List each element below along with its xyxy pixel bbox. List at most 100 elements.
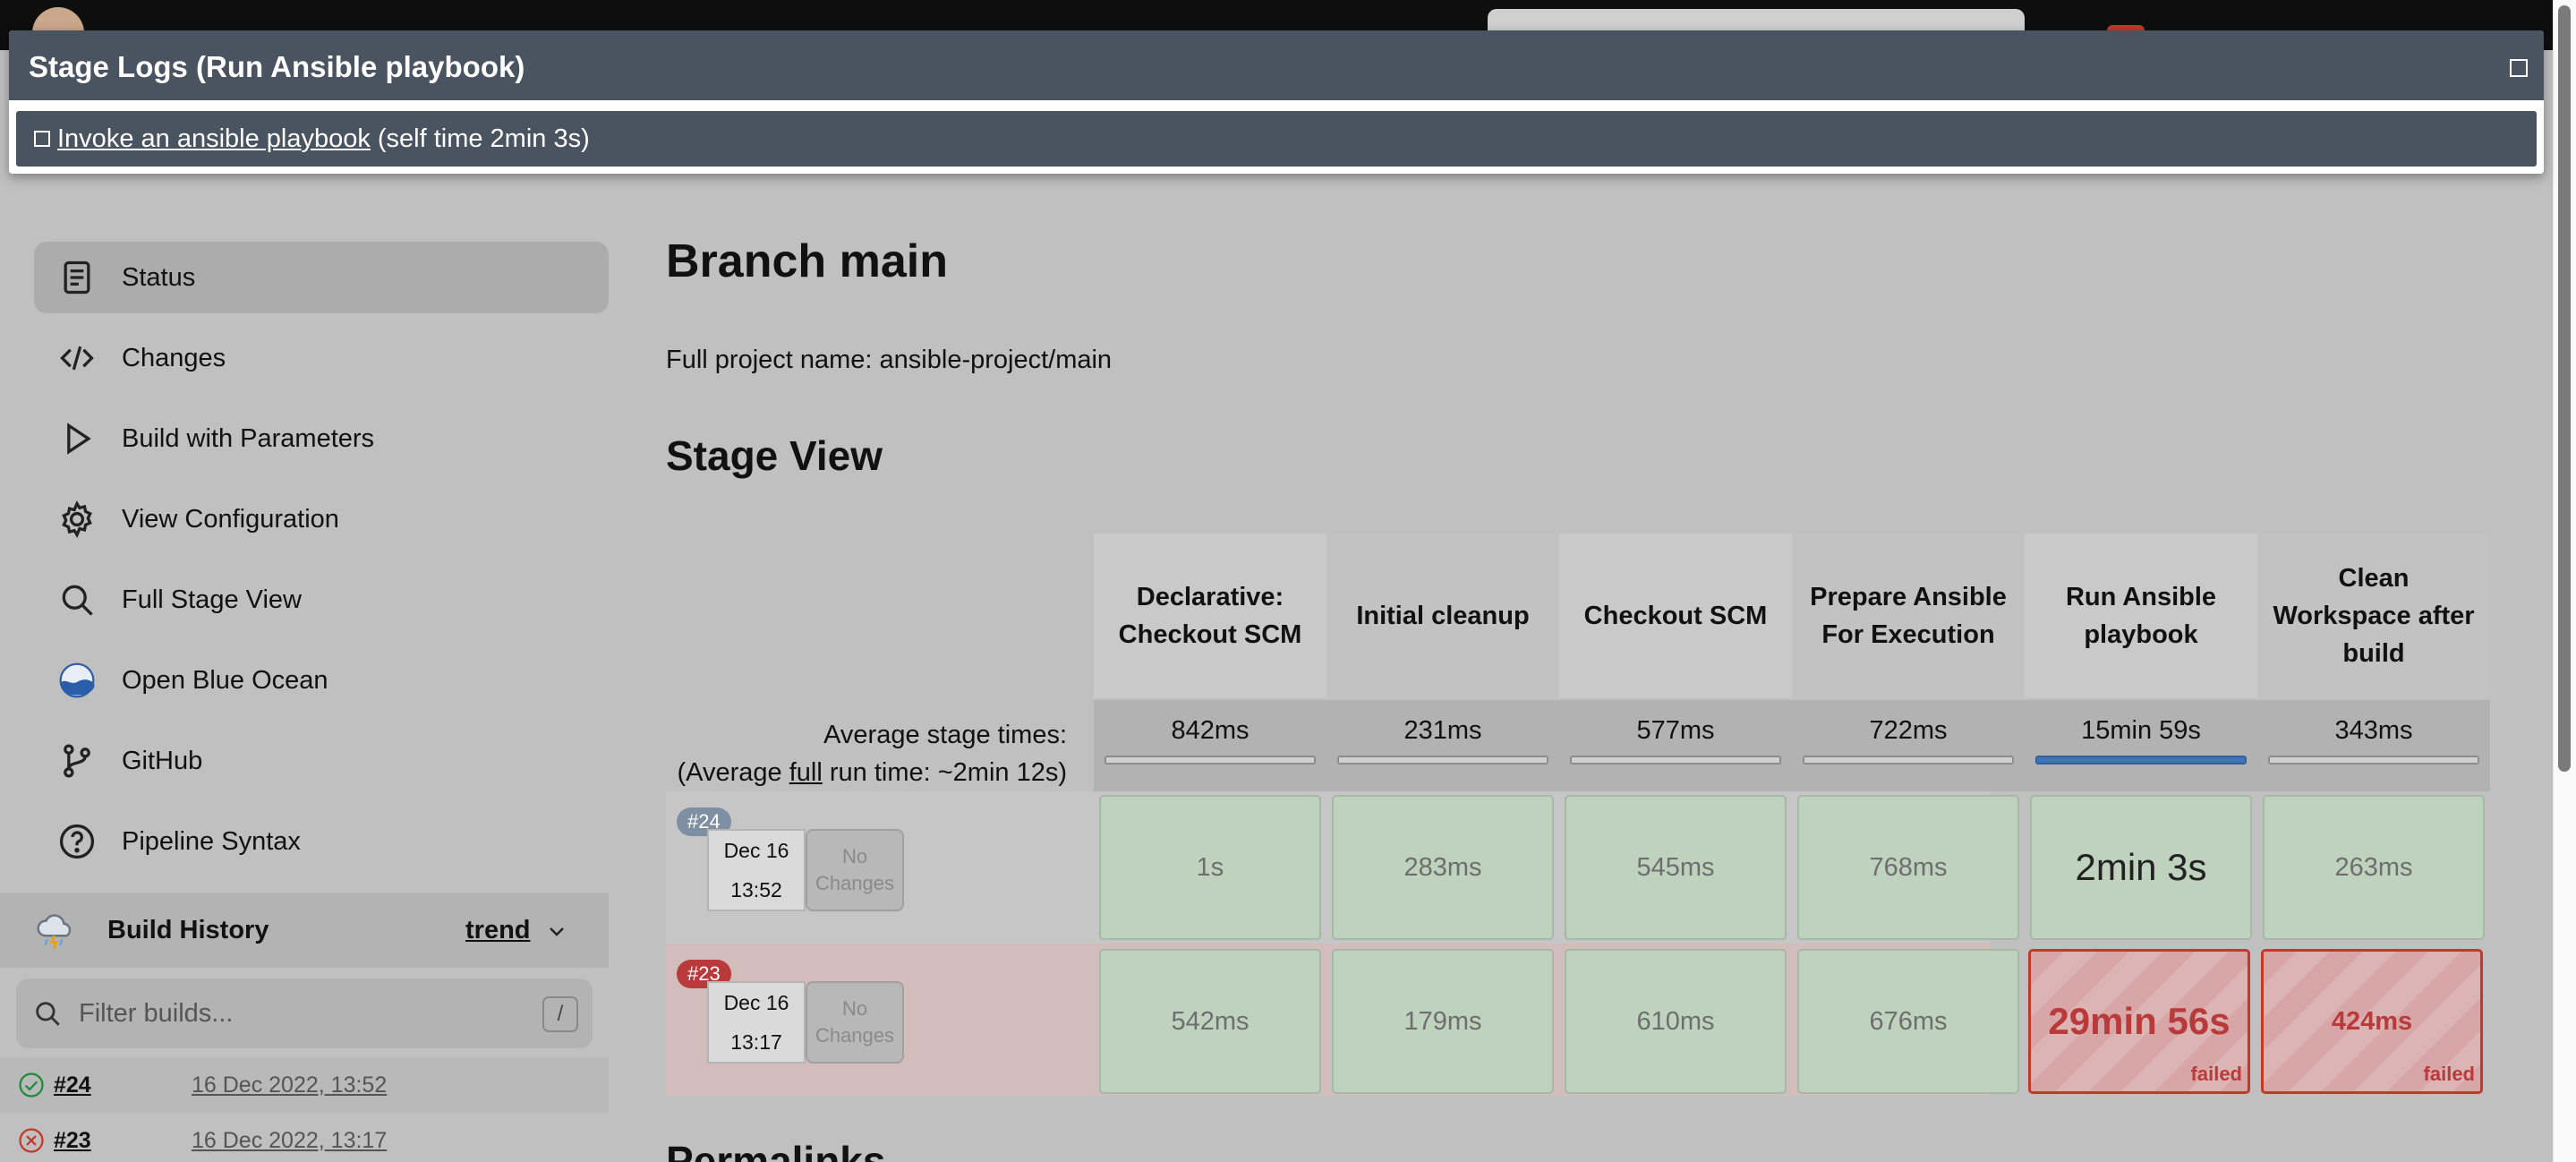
stage-cell-value: 424ms	[2331, 1006, 2413, 1036]
sidebar-item-open-blue-ocean[interactable]: Open Blue Ocean	[34, 645, 609, 716]
scrollbar[interactable]	[2553, 0, 2576, 1162]
avg-time-bar	[1105, 756, 1316, 765]
avg-value: 842ms	[1171, 716, 1250, 745]
stage-cell[interactable]: 676ms	[1797, 949, 2019, 1094]
avg-value: 343ms	[2334, 716, 2413, 745]
stage-header: Run Ansible playbook	[2025, 534, 2257, 698]
stage-cell[interactable]: 545ms	[1565, 795, 1787, 940]
sidebar-item-view-configuration[interactable]: View Configuration	[34, 483, 609, 555]
play-icon	[55, 417, 98, 460]
avg-value: 15min 59s	[2081, 716, 2201, 745]
stage-cell[interactable]: 542ms	[1099, 949, 1321, 1094]
sidebar-item-status[interactable]: Status	[34, 242, 609, 313]
sidebar-item-label: Full Stage View	[122, 585, 302, 614]
sidebar-item-label: Build with Parameters	[122, 423, 375, 453]
keyboard-shortcut-hint: /	[542, 996, 578, 1032]
document-icon	[55, 256, 98, 299]
avg-value: 722ms	[1869, 716, 1948, 745]
avg-stage-time: 15min 59s	[2025, 700, 2257, 791]
sidebar-item-label: View Configuration	[122, 504, 339, 534]
success-check-icon	[19, 1072, 44, 1098]
full-project-name: Full project name: ansible-project/main	[666, 346, 1113, 374]
run-date-card: Dec 16 13:52	[707, 829, 806, 911]
stage-cell[interactable]: 610ms	[1565, 949, 1787, 1094]
avg-full-run-time: (Average full run time: ~2min 12s)	[666, 754, 1068, 791]
stage-header: Initial cleanup	[1326, 534, 1559, 698]
no-changes-box: No Changes	[806, 829, 904, 911]
build-history-title: Build History	[107, 915, 269, 944]
avg-value: 577ms	[1636, 716, 1715, 745]
log-self-time: (self time 2min 3s)	[377, 124, 590, 153]
run-time: 13:17	[730, 1030, 782, 1054]
gear-icon	[55, 498, 98, 541]
stage-header: Prepare Ansible For Execution	[1792, 534, 2025, 698]
modal-header: Stage Logs (Run Ansible playbook)	[9, 30, 2544, 100]
avg-label: Average stage times:	[823, 721, 1067, 749]
stage-cell[interactable]: 283ms	[1332, 795, 1554, 940]
sidebar-item-label: Status	[122, 262, 196, 292]
avg-full-prefix: (Average	[677, 758, 789, 787]
run-time: 13:52	[730, 878, 782, 901]
stage-cell-value: 29min 56s	[2048, 1000, 2231, 1042]
log-entry[interactable]: Invoke an ansible playbook (self time 2m…	[16, 111, 2537, 167]
run-date-card: Dec 16 13:17	[707, 981, 806, 1064]
sidebar-item-changes[interactable]: Changes	[34, 322, 609, 394]
log-entry-link[interactable]: Invoke an ansible playbook	[57, 124, 371, 154]
build-history-row[interactable]: #23 16 Dec 2022, 13:17	[0, 1113, 609, 1162]
sidebar-item-label: Pipeline Syntax	[122, 826, 301, 856]
sidebar-item-pipeline-syntax[interactable]: Pipeline Syntax	[34, 806, 609, 877]
code-icon	[55, 337, 98, 380]
avg-time-bar	[1803, 756, 2014, 765]
stage-header: Declarative: Checkout SCM	[1094, 534, 1326, 698]
avg-stage-time: 577ms	[1559, 700, 1792, 791]
avg-full-link[interactable]: full	[789, 758, 823, 787]
run-date: Dec 16	[723, 991, 789, 1014]
expand-toggle-icon[interactable]	[34, 131, 50, 147]
maximize-icon[interactable]	[2510, 59, 2528, 77]
sidebar-item-full-stage-view[interactable]: Full Stage View	[34, 564, 609, 636]
stage-cell-failed[interactable]: 424ms failed	[2261, 949, 2483, 1094]
stage-view-title: Stage View	[666, 432, 883, 479]
trend-link[interactable]: trend	[465, 916, 531, 945]
no-changes-box: No Changes	[806, 981, 904, 1064]
failed-x-icon	[19, 1128, 44, 1153]
search-icon	[55, 578, 98, 621]
run-date: Dec 16	[723, 839, 789, 862]
avg-stage-time: 343ms	[2257, 700, 2490, 791]
build-number-link[interactable]: #23	[54, 1128, 91, 1154]
avg-value: 231ms	[1403, 716, 1482, 745]
stage-cell[interactable]: 2min 3s	[2030, 795, 2252, 940]
stage-header: Clean Workspace after build	[2257, 534, 2490, 698]
build-number-link[interactable]: #24	[54, 1072, 91, 1098]
stage-cell-failed[interactable]: 29min 56s failed	[2028, 949, 2250, 1094]
avg-stage-time: 722ms	[1792, 700, 2025, 791]
average-stage-times-label: Average stage times: (Average full run t…	[666, 700, 1068, 791]
sidebar-item-build-with-parameters[interactable]: Build with Parameters	[34, 403, 609, 474]
build-history-header: Build History trend	[0, 893, 609, 968]
help-icon	[55, 820, 98, 863]
stage-cell[interactable]: 263ms	[2263, 795, 2485, 940]
permalinks-title: Permalinks	[666, 1138, 886, 1162]
avg-stage-time: 231ms	[1326, 700, 1559, 791]
git-branch-icon	[55, 739, 98, 782]
build-date-link[interactable]: 16 Dec 2022, 13:52	[192, 1072, 387, 1098]
stage-header: Checkout SCM	[1559, 534, 1792, 698]
stage-cell[interactable]: 179ms	[1332, 949, 1554, 1094]
build-history-row[interactable]: #24 16 Dec 2022, 13:52	[0, 1057, 609, 1113]
avg-stage-time: 842ms	[1094, 700, 1326, 791]
weather-cloud-icon	[37, 914, 72, 950]
filter-placeholder: Filter builds...	[79, 998, 234, 1028]
stage-cell[interactable]: 768ms	[1797, 795, 2019, 940]
page-title: Branch main	[666, 235, 948, 287]
stage-cell[interactable]: 1s	[1099, 795, 1321, 940]
chevron-down-icon[interactable]	[546, 921, 567, 943]
sidebar-item-github[interactable]: GitHub	[34, 725, 609, 797]
sidebar-item-label: GitHub	[122, 746, 203, 775]
modal-title: Stage Logs (Run Ansible playbook)	[29, 50, 525, 83]
filter-builds-input[interactable]: Filter builds... /	[16, 978, 593, 1048]
build-date-link[interactable]: 16 Dec 2022, 13:17	[192, 1128, 387, 1154]
avg-time-bar	[1570, 756, 1781, 765]
avg-time-bar	[2268, 756, 2479, 765]
avg-time-bar	[2035, 756, 2247, 765]
scrollbar-thumb[interactable]	[2558, 5, 2571, 772]
